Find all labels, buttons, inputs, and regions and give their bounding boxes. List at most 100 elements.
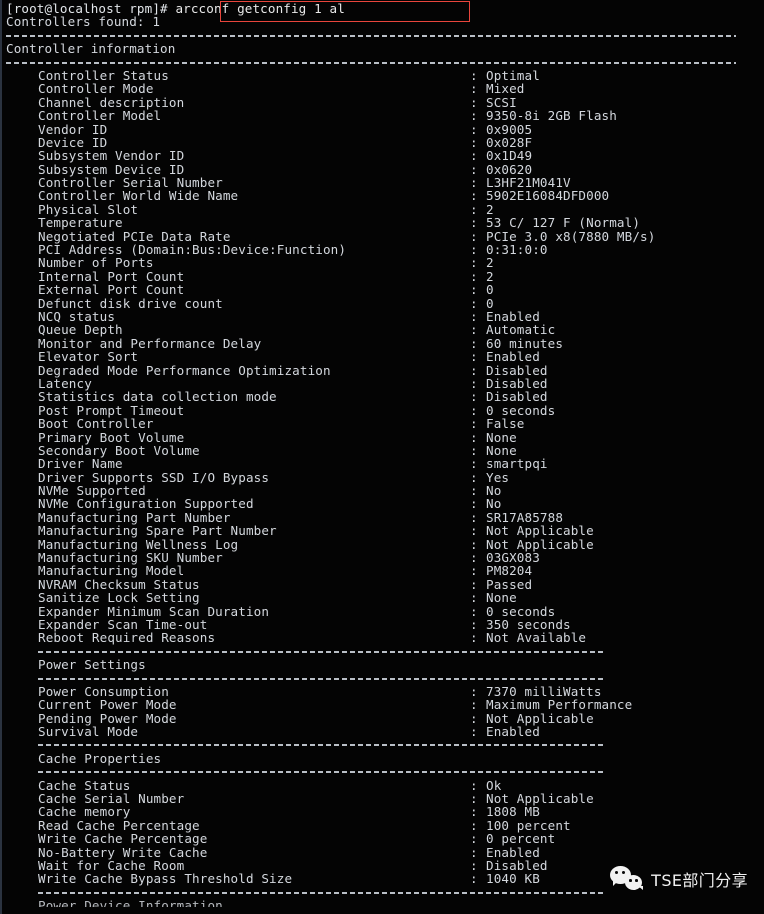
property-value: Not Applicable [486, 710, 594, 726]
property-row: Power Consumption:7370 milliWatts [2, 683, 764, 699]
property-key: Controller Status [38, 67, 169, 83]
property-key: NCQ status [38, 308, 116, 324]
property-row: Physical Slot:2 [2, 202, 764, 216]
property-colon: : [470, 576, 478, 592]
property-row: Manufacturing Part Number: SR17A85788 [2, 509, 764, 525]
property-row: Secondary Boot Volume: None [2, 442, 764, 458]
property-value: PCIe 3.0 x8(7880 MB/s) [486, 228, 656, 244]
property-colon: : [470, 362, 478, 378]
property-value: 1040 KB [486, 871, 540, 887]
property-row: Temperature:53 C/ 127 F (Normal) [2, 215, 764, 231]
property-value: Disabled [486, 375, 548, 391]
property-key: Monitor and Performance Delay [38, 335, 262, 351]
property-colon: : [470, 563, 478, 579]
property-value: Maximum Performance [486, 697, 633, 713]
property-row: Number of Ports:2 [2, 256, 764, 270]
property-key: Write Cache Percentage [38, 831, 208, 847]
property-row: Expander Scan Time-out:350 seconds [2, 618, 764, 632]
property-row: Controller Serial Number: L3HF21M041V [2, 175, 764, 191]
property-key: Statistics data collection mode [38, 389, 277, 405]
property-value: 100 percent [486, 817, 571, 833]
property-colon: : [470, 215, 478, 231]
property-colon: : [470, 456, 478, 472]
property-value: Disabled [486, 389, 548, 405]
property-key: Manufacturing Model [38, 563, 185, 579]
property-key: Wait for Cache Room [38, 858, 185, 873]
property-key: External Port Count [38, 282, 185, 298]
property-key: Degraded Mode Performance Optimization [38, 362, 331, 378]
section-rule-bottom [2, 56, 764, 69]
property-colon: : [470, 282, 478, 298]
property-value: None [486, 429, 517, 445]
property-row: Write Cache Percentage:0 percent [2, 831, 764, 847]
property-key: Sanitize Lock Setting [38, 590, 200, 606]
property-value: 0 [486, 295, 494, 311]
property-row: Cache memory:1808 MB [2, 805, 764, 819]
property-row: Negotiated PCIe Data Rate: PCIe 3.0 x8(78… [2, 228, 764, 244]
property-value: 0x1D49 [486, 148, 533, 164]
property-value: Enabled [486, 724, 540, 740]
property-row: NCQ status: Enabled [2, 308, 764, 324]
controller-report-sections: Controller information Controller Status:… [2, 29, 764, 886]
property-colon: : [470, 590, 478, 606]
property-colon: : [470, 683, 478, 699]
property-value: 7370 milliWatts [486, 683, 602, 699]
property-row: Vendor ID:0x9005 [2, 121, 764, 137]
property-colon: : [470, 81, 478, 97]
property-key: Power Consumption [38, 683, 169, 699]
property-colon: : [470, 550, 478, 566]
property-colon: : [470, 67, 478, 83]
property-row: Subsystem Vendor ID:0x1D49 [2, 148, 764, 164]
property-row: Survival Mode: Enabled [2, 724, 764, 740]
property-colon: : [470, 817, 478, 833]
property-key: NVMe Configuration Supported [38, 496, 254, 512]
property-value: SR17A85788 [486, 509, 564, 525]
property-key: Negotiated PCIe Data Rate [38, 228, 231, 244]
property-key: Subsystem Device ID [38, 161, 185, 177]
property-row: Manufacturing SKU Number:03GX083 [2, 550, 764, 566]
property-row: Manufacturing Wellness Log: Not Applicabl… [2, 536, 764, 552]
property-colon: : [470, 121, 478, 137]
watermark-text: TSE部门分享 [651, 871, 748, 890]
property-key: Current Power Mode [38, 697, 177, 713]
property-value: PM8204 [486, 563, 533, 579]
property-value: 0x9005 [486, 121, 533, 137]
property-colon: : [470, 483, 478, 499]
property-row: Read Cache Percentage:100 percent [2, 817, 764, 833]
property-row: Controller Status: Optimal [2, 67, 764, 83]
property-value: 2 [486, 268, 494, 284]
property-key: Defunct disk drive count [38, 295, 223, 311]
property-colon: : [470, 335, 478, 351]
property-value: Disabled [486, 362, 548, 378]
property-key: Read Cache Percentage [38, 817, 200, 833]
property-value: 0:31:0:0 [486, 242, 548, 258]
section-rule-bottom [2, 765, 764, 778]
property-value: Enabled [486, 349, 540, 365]
property-key: Controller Mode [38, 81, 154, 97]
property-colon: : [470, 509, 478, 525]
property-value: None [486, 442, 517, 458]
property-value: Mixed [486, 81, 525, 97]
property-colon: : [470, 791, 478, 807]
wechat-icon [610, 866, 644, 892]
property-key: Survival Mode [38, 724, 139, 740]
property-key: Manufacturing Part Number [38, 509, 231, 525]
terminal-window[interactable]: [root@localhost rpm]# arcconf getconfig … [0, 0, 764, 914]
property-value: Not Applicable [486, 536, 594, 552]
property-colon: : [470, 188, 478, 204]
property-value: Passed [486, 576, 533, 592]
property-value: Enabled [486, 308, 540, 324]
property-value: 03GX083 [486, 550, 540, 566]
property-key: PCI Address (Domain:Bus:Device:Function) [38, 242, 347, 258]
property-row: Queue Depth: Automatic [2, 322, 764, 338]
property-value: 60 minutes [486, 335, 564, 351]
property-key: Vendor ID [38, 121, 108, 137]
property-key: Controller Serial Number [38, 175, 223, 191]
property-value: 0 percent [486, 831, 556, 847]
property-row: PCI Address (Domain:Bus:Device:Function)… [2, 242, 764, 258]
property-colon: : [470, 322, 478, 338]
property-colon: : [470, 94, 478, 110]
property-value: Automatic [486, 322, 556, 338]
property-key: Cache Serial Number [38, 791, 185, 807]
property-colon: : [470, 724, 478, 740]
